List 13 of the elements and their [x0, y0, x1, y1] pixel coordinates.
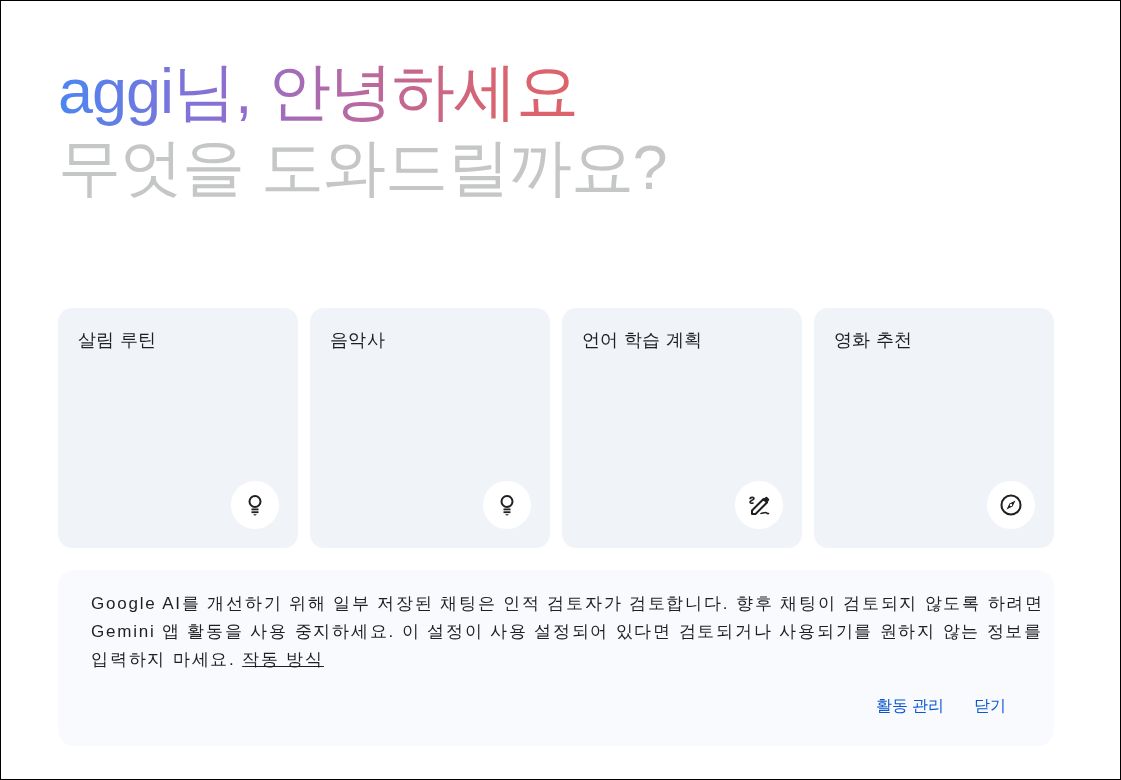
suggestion-card[interactable]: 언어 학습 계획 — [562, 308, 802, 548]
suggestion-card[interactable]: 살림 루틴 — [58, 308, 298, 548]
how-it-works-link[interactable]: 작동 방식 — [242, 650, 324, 669]
lightbulb-icon — [231, 481, 279, 529]
suggestion-card[interactable]: 음악사 — [310, 308, 550, 548]
notice-action-button[interactable]: 활동 관리 — [867, 686, 952, 726]
pencil-icon — [735, 481, 783, 529]
suggestion-card[interactable]: 영화 추천 — [814, 308, 1054, 548]
lightbulb-icon — [483, 481, 531, 529]
notice-action-button[interactable]: 닫기 — [966, 686, 1014, 726]
notice-text: Google AI를 개선하기 위해 일부 저장된 채팅은 인적 검토자가 검토합니다. 향후 채팅이 검토되지 않도록 하려면 Gemini 앱 활동을 사용 중지하세요. 이 설정이 사용 설정되어 있다면 검토되거나 사용되기를 원하지 않는 정보를 입력하지 마세요. 작동 방식 — [91, 593, 1045, 671]
compass-icon — [987, 481, 1035, 529]
greeting-subtitle: 무엇을 도와드릴까요? — [58, 131, 667, 204]
